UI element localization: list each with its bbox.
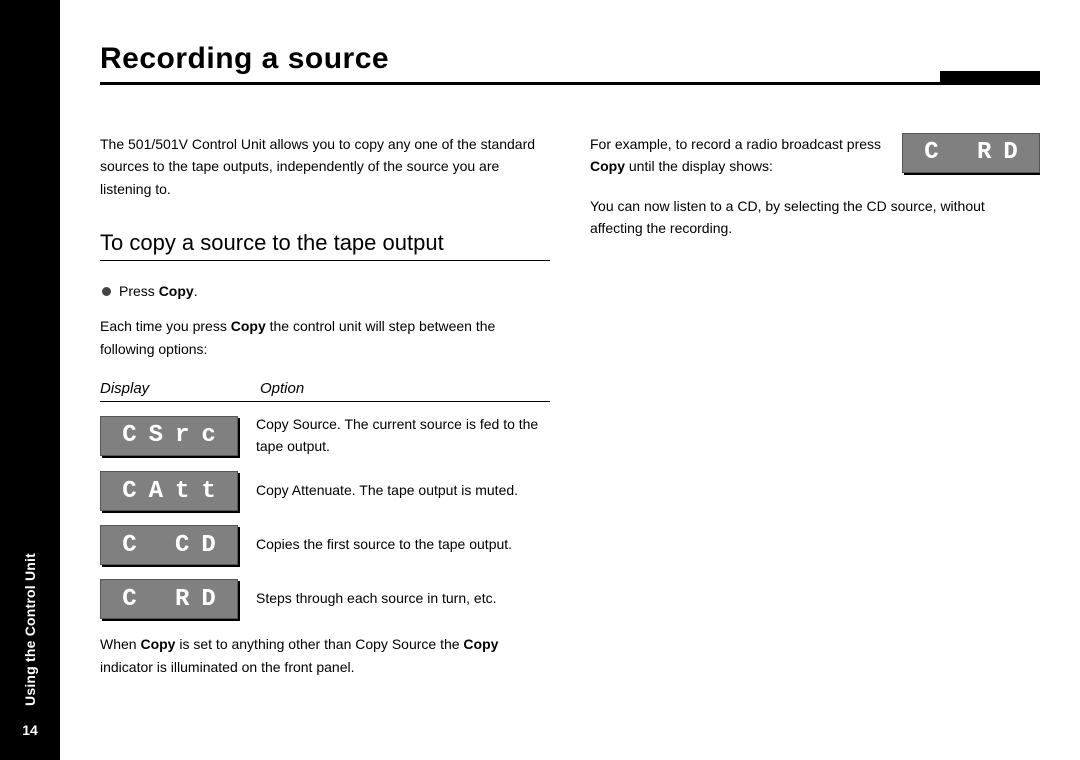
- option-desc: Copy Attenuate. The tape output is muted…: [256, 480, 550, 502]
- text-bold: Copy: [590, 158, 625, 174]
- instruction-bullet: Press Copy.: [102, 283, 550, 299]
- bullet-icon: [102, 287, 111, 296]
- lcd-display: C RD: [100, 579, 238, 619]
- lcd-display: CSrc: [100, 416, 238, 456]
- instruction-text: Press Copy.: [119, 283, 198, 299]
- column-right: C RD For example, to record a radio broa…: [590, 133, 1040, 694]
- text-fragment: until the display shows:: [625, 158, 773, 174]
- page-number: 14: [22, 722, 38, 738]
- example-lcd-wrap: C RD: [902, 133, 1040, 173]
- title-block: Recording a source: [100, 42, 1040, 85]
- sidebar-section-label: Using the Control Unit: [22, 553, 38, 706]
- note-paragraph: When Copy is set to anything other than …: [100, 633, 550, 678]
- intro-paragraph: The 501/501V Control Unit allows you to …: [100, 133, 550, 200]
- option-row: C RD Steps through each source in turn, …: [100, 579, 550, 619]
- text-fragment: When: [100, 636, 140, 652]
- page-title: Recording a source: [100, 42, 1040, 76]
- th-option: Option: [260, 380, 550, 397]
- text-bold: Copy: [159, 283, 194, 299]
- text-fragment: is set to anything other than Copy Sourc…: [175, 636, 463, 652]
- th-display: Display: [100, 380, 260, 397]
- text-fragment: Press: [119, 283, 159, 299]
- text-fragment: For example, to record a radio broadcast…: [590, 136, 881, 152]
- option-row: CAtt Copy Attenuate. The tape output is …: [100, 471, 550, 511]
- subheading: To copy a source to the tape output: [100, 230, 550, 261]
- option-row: CSrc Copy Source. The current source is …: [100, 414, 550, 457]
- option-row: C CD Copies the first source to the tape…: [100, 525, 550, 565]
- options-table-header: Display Option: [100, 380, 550, 402]
- column-left: The 501/501V Control Unit allows you to …: [100, 133, 550, 694]
- lcd-display: C RD: [902, 133, 1040, 173]
- page-content: Recording a source The 501/501V Control …: [60, 0, 1080, 760]
- lcd-display: C CD: [100, 525, 238, 565]
- text-bold: Copy: [463, 636, 498, 652]
- option-desc: Copies the first source to the tape outp…: [256, 534, 550, 556]
- lcd-display: CAtt: [100, 471, 238, 511]
- option-desc: Steps through each source in turn, etc.: [256, 588, 550, 610]
- example-paragraph: C RD For example, to record a radio broa…: [590, 133, 1040, 179]
- text-fragment: .: [194, 283, 198, 299]
- step-paragraph: Each time you press Copy the control uni…: [100, 315, 550, 360]
- text-bold: Copy: [231, 318, 266, 334]
- sidebar: Using the Control Unit 14: [0, 0, 60, 760]
- listen-paragraph: You can now listen to a CD, by selecting…: [590, 195, 1040, 240]
- text-fragment: Each time you press: [100, 318, 231, 334]
- title-rule-accent: [940, 71, 1040, 85]
- text-bold: Copy: [140, 636, 175, 652]
- option-desc: Copy Source. The current source is fed t…: [256, 414, 550, 457]
- text-fragment: indicator is illuminated on the front pa…: [100, 659, 354, 675]
